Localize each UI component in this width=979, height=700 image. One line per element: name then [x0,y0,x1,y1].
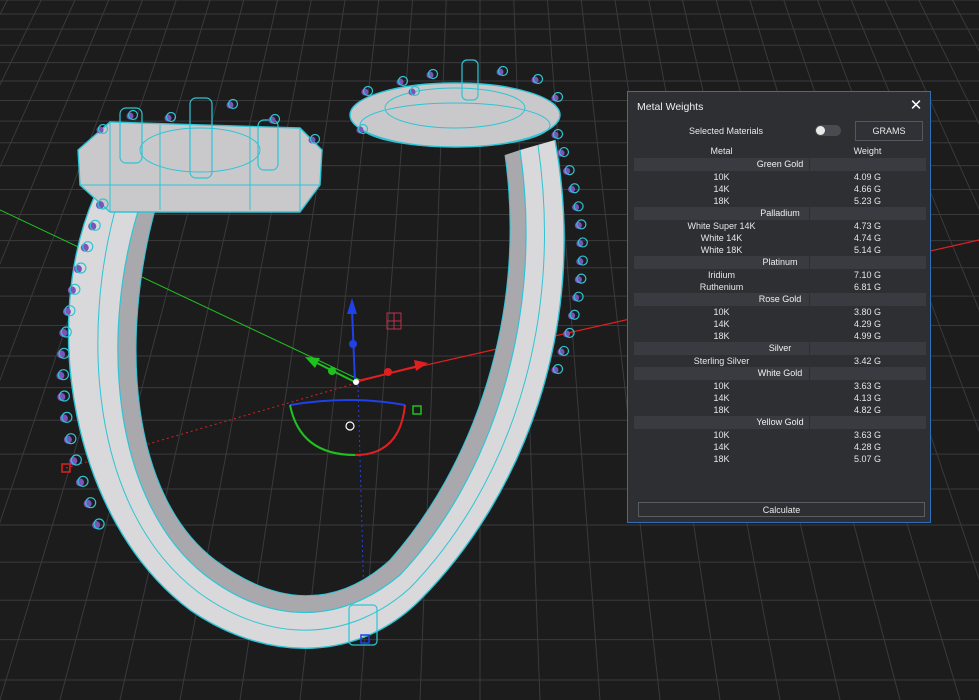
metal-name: White Super 14K [687,221,756,231]
group-header: Silver [634,342,926,355]
units-button[interactable]: GRAMS [855,121,923,141]
table-row: 14K 4.29 G [634,318,926,330]
table-row: 14K 4.66 G [634,183,926,195]
metal-weight: 3.42 G [853,356,882,366]
toggle-knob [816,126,825,135]
group-header: White Gold [634,367,926,380]
table-row: 18K 4.82 G [634,404,926,416]
table-row: Ruthenium 6.81 G [634,281,926,293]
group-name: White Gold [757,368,803,378]
column-header-metal: Metal [710,146,733,156]
selected-materials-label: Selected Materials [689,126,764,136]
group-name: Yellow Gold [756,417,804,427]
table-row: 18K 4.99 G [634,330,926,342]
metal-weight: 4.29 G [853,319,882,329]
metal-name: 14K [713,184,730,194]
metal-weight: 3.80 G [853,307,882,317]
metal-name: Sterling Silver [693,356,750,366]
table-row: Iridium 7.10 G [634,269,926,281]
table-row: White 18K 5.14 G [634,244,926,256]
metal-weight: 5.07 G [853,454,882,464]
table-row: White 14K 4.74 G [634,232,926,244]
metal-weight: 7.10 G [853,270,882,280]
group-header: Platinum [634,256,926,269]
metal-name: 10K [713,430,730,440]
metal-name: 10K [713,307,730,317]
metal-name: 14K [713,442,730,452]
group-name: Palladium [760,208,800,218]
calculate-button[interactable]: Calculate [638,502,925,517]
metal-name: 10K [713,172,730,182]
group-name: Platinum [762,257,798,267]
metal-weight: 4.99 G [853,331,882,341]
table-header: Metal Weight [634,145,926,158]
metal-weight: 6.81 G [853,282,882,292]
metal-name: Iridium [707,270,735,280]
metal-name: 14K [713,319,730,329]
table-row: 18K 5.23 G [634,195,926,207]
column-header-weight: Weight [853,146,882,156]
metal-name: 18K [713,405,730,415]
group-name: Green Gold [756,159,804,169]
metal-weight: 3.63 G [853,430,882,440]
table-row: 10K 3.63 G [634,380,926,392]
group-name: Silver [768,343,792,353]
metal-weight: 4.09 G [853,172,882,182]
metal-name: 18K [713,196,730,206]
metal-weight: 4.13 G [853,393,882,403]
metal-weight: 4.74 G [853,233,882,243]
group-header: Yellow Gold [634,416,926,429]
metal-weight: 4.82 G [853,405,882,415]
group-name: Rose Gold [758,294,802,304]
metal-weight: 4.28 G [853,442,882,452]
metal-weight: 4.66 G [853,184,882,194]
metal-name: White 14K [700,233,743,243]
table-row: 10K 3.63 G [634,429,926,441]
group-header: Palladium [634,207,926,220]
metal-name: 14K [713,393,730,403]
group-header: Green Gold [634,158,926,171]
metal-name: 18K [713,454,730,464]
metal-weight: 5.14 G [853,245,882,255]
metal-weights-panel: Metal Weights ✕ Selected Materials GRAMS… [627,91,931,523]
table-row: 14K 4.28 G [634,441,926,453]
metal-name: 18K [713,331,730,341]
metal-weight: 3.63 G [853,381,882,391]
metal-name: White 18K [700,245,743,255]
close-button[interactable]: ✕ [908,97,924,114]
metal-weight: 5.23 G [853,196,882,206]
table-row: White Super 14K 4.73 G [634,220,926,232]
metal-weights-table: Metal Weight Green Gold 10K 4.09 G 14K 4.66 … [634,145,926,465]
group-header: Rose Gold [634,293,926,306]
metal-name: Ruthenium [699,282,744,292]
panel-title: Metal Weights [637,101,704,113]
metal-weight: 4.73 G [853,221,882,231]
selected-materials-toggle[interactable] [815,125,841,136]
table-row: 10K 3.80 G [634,306,926,318]
metal-name: 10K [713,381,730,391]
table-row: 14K 4.13 G [634,392,926,404]
table-row: 18K 5.07 G [634,453,926,465]
table-row: Sterling Silver 3.42 G [634,355,926,367]
table-row: 10K 4.09 G [634,171,926,183]
close-icon: ✕ [909,97,923,114]
